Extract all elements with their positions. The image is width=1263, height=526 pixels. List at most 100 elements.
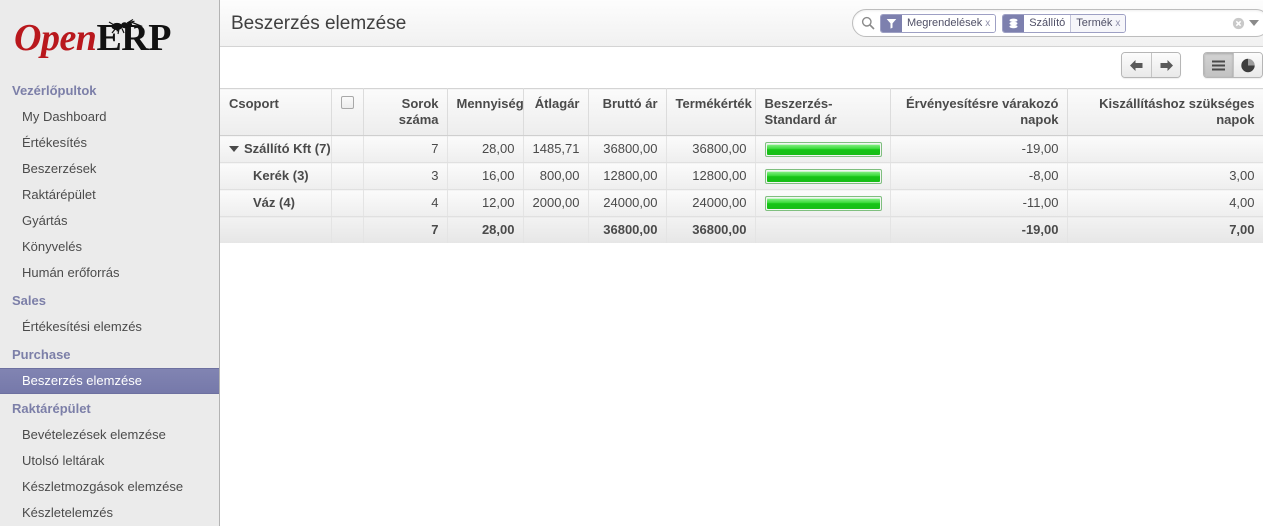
column-header-gross[interactable]: Bruttó ár [588,88,667,136]
facet-remove-icon[interactable]: x [1115,18,1120,29]
cell-value: -19,00 [1021,141,1059,156]
column-header-prodvalue[interactable]: Termékérték [666,88,756,136]
clear-icon[interactable] [1232,17,1245,30]
search-input[interactable] [1132,13,1232,33]
cell-prodvalue: 12800,00 [666,162,756,190]
graph-view-button[interactable] [1233,53,1262,77]
sidebar-item-gy-rt-s[interactable]: Gyártás [0,208,219,234]
cell-value: 2000,00 [532,195,580,210]
search-facets: Megrendelések x Szállító Termék x [880,13,1132,33]
sidebar-item-k-szletelemz-s[interactable]: Készletelemzés [0,500,219,526]
column-header-lines[interactable]: Sorok száma [363,88,448,136]
cell-group: Váz (4) [220,189,332,217]
page-title: Beszerzés elemzése [231,12,407,34]
cell-value: 24000,00 [603,195,658,210]
cell-value: 7 [431,141,439,156]
brand-logo[interactable]: OpenERP [0,0,219,76]
prev-button[interactable] [1122,53,1151,77]
table-row[interactable]: Szállító Kft (7) 7 28,00 1485,71 36800,00 368… [220,135,1263,163]
table-row[interactable]: Kerék (3) 3 16,00 800,00 12800,00 12800,00 -8,… [220,162,1263,190]
cell-value: 36800,00 [603,222,658,237]
column-header-qty[interactable]: Mennyiség [447,88,524,136]
prev-arrow-icon [1130,59,1143,71]
sidebar-item-beszerz-sek[interactable]: Beszerzések [0,156,219,182]
facet-label: Megrendelések [907,16,983,29]
facet-remove-icon[interactable]: x [985,18,990,29]
column-header-label: Kiszállításhoz szükséges napok [1099,96,1255,127]
sidebar-item-beszerz-s-elemz-se[interactable]: Beszerzés elemzése [0,368,219,394]
group-by-icon [1003,14,1025,32]
cell-value: 4 [431,195,439,210]
cell-standard-price-progress [755,135,891,163]
search-facet[interactable]: Szállító Termék x [1002,13,1127,33]
cell-value: 12800,00 [603,168,658,183]
sidebar-item-my-dashboard[interactable]: My Dashboard [0,104,219,130]
cell-value: -19,00 [1021,222,1059,237]
cell-qty: 28,00 [447,216,524,243]
table-header-row: Csoport Sorok száma Mennyiség Átlagár Bruttó… [220,88,1263,136]
facet-segment[interactable]: Termék x [1070,14,1126,32]
cell-shipdays: 4,00 [1067,189,1263,217]
cell-lines: 3 [363,162,448,190]
expand-caret-icon[interactable] [229,145,239,152]
next-button[interactable] [1151,53,1180,77]
cell-avgprice: 1485,71 [523,135,589,163]
table-row[interactable]: Váz (4) 4 12,00 2000,00 24000,00 24000,00 -11,… [220,189,1263,217]
cell-shipdays [1067,135,1263,163]
cell-value: 36800,00 [692,222,747,237]
table-total-row[interactable]: 7 28,00 36800,00 36800,00 -19,00 7,00 [220,216,1263,243]
sidebar: OpenERP Vezérlőpultok My Dashboard Értékes… [0,0,220,526]
chevron-down-icon[interactable] [1249,20,1259,26]
cell-checkbox[interactable] [331,216,364,243]
cell-lines: 7 [363,135,448,163]
search-bar[interactable]: Megrendelések x Szállító Termék x [852,9,1263,37]
cell-standard-price-progress [755,216,891,243]
sidebar-item-rakt-r-p-let[interactable]: Raktárépület [0,182,219,208]
cell-value: 800,00 [539,168,580,183]
column-header-group[interactable]: Csoport [220,88,332,136]
facet-label: Termék [1076,16,1113,29]
cell-checkbox[interactable] [331,162,364,190]
sidebar-item-bev-telez-sek-elemz-se[interactable]: Bevételezések elemzése [0,422,219,448]
cell-value: 12,00 [481,195,515,210]
facet-segment[interactable]: Megrendelések x [902,14,996,32]
cell-checkbox[interactable] [331,135,364,163]
sidebar-item-rt-kes-t-s[interactable]: Értékesítés [0,130,219,156]
column-header-shipdays[interactable]: Kiszállításhoz szükséges napok [1067,88,1263,136]
sidebar-item-k-szletmozg-sok-elemz-se[interactable]: Készletmozgások elemzése [0,474,219,500]
column-header-waitdays[interactable]: Érvényesítésre várakozó napok [890,88,1068,136]
control-bar [220,47,1263,88]
column-header-label: Átlagár [534,96,580,111]
facet-segment[interactable]: Szállító [1024,14,1071,32]
cell-value: 36800,00 [603,141,658,156]
column-header-label: Érvényesítésre várakozó napok [906,96,1059,127]
sidebar-item-k-nyvel-s[interactable]: Könyvelés [0,234,219,260]
view-switcher [1203,52,1263,78]
cell-value: 4,00 [1229,195,1255,210]
column-header-avgprice[interactable]: Átlagár [523,88,589,136]
column-header-check[interactable] [331,88,364,136]
results-grid: Csoport Sorok száma Mennyiség Átlagár Bruttó… [220,88,1263,243]
search-facet[interactable]: Megrendelések x [880,13,997,33]
sidebar-item-utols-lelt-rak[interactable]: Utolsó leltárak [0,448,219,474]
cell-value: 36800,00 [692,141,747,156]
group-label: Váz (4) [253,195,295,210]
facet-label: Szállító [1029,16,1066,29]
cell-value: 7 [431,222,439,237]
cell-qty: 16,00 [447,162,524,190]
cell-group [220,216,332,243]
cell-avgprice: 2000,00 [523,189,589,217]
column-header-label: Sorok száma [398,96,439,127]
logo-open-text: Open [14,17,97,59]
list-view-button[interactable] [1204,53,1233,77]
sidebar-item-rt-kes-t-si-elemz-s[interactable]: Értékesítési elemzés [0,314,219,340]
sidebar-nav: Vezérlőpultok My Dashboard Értékesítés Besz… [0,76,219,526]
cell-lines: 4 [363,189,448,217]
select-all-checkbox[interactable] [340,96,354,109]
column-header-stdprice[interactable]: Beszerzés-Standard ár [755,88,891,136]
cell-group: Szállító Kft (7) [220,135,332,163]
sidebar-item-hum-n-er-forr-s[interactable]: Humán erőforrás [0,260,219,286]
cell-checkbox[interactable] [331,189,364,217]
column-header-label: Termékérték [675,96,752,111]
cell-value: 3 [431,168,439,183]
